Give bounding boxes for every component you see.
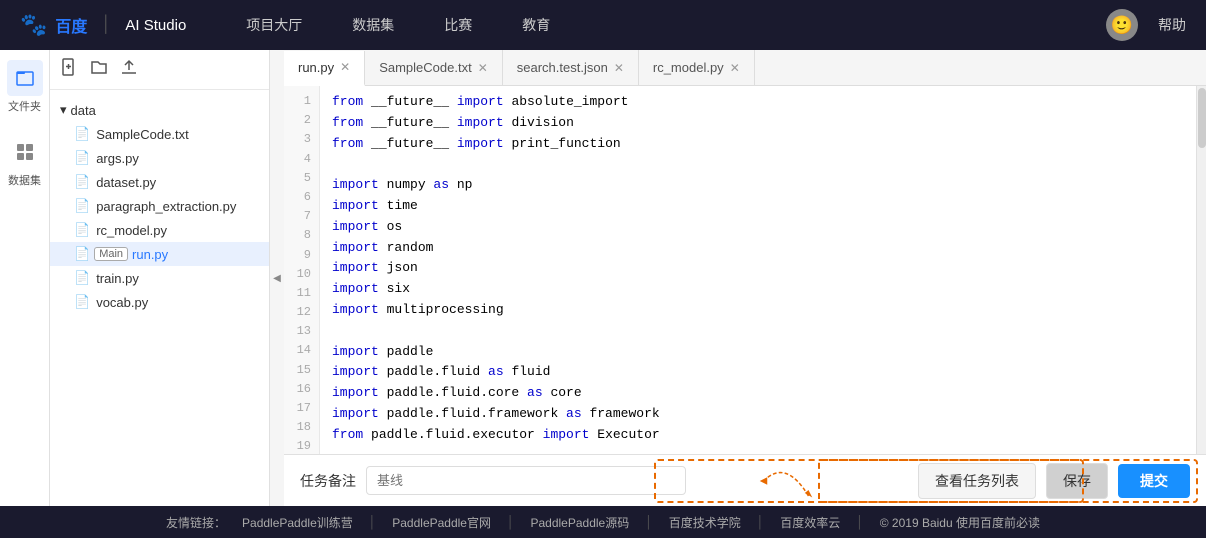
tab-close-searchjson[interactable]: ✕ bbox=[614, 61, 624, 75]
file-toolbar bbox=[50, 50, 269, 90]
nav-competitions[interactable]: 比赛 bbox=[444, 15, 472, 35]
footer-link-0[interactable]: PaddlePaddle训练营 bbox=[242, 514, 353, 531]
footer-copyright: © 2019 Baidu 使用百度前必读 bbox=[880, 514, 1040, 531]
tab-samplecode[interactable]: SampleCode.txt ✕ bbox=[365, 50, 503, 85]
nav-right: 🙂 帮助 bbox=[1106, 9, 1186, 41]
folder-data[interactable]: ▾ data bbox=[50, 98, 269, 122]
code-text[interactable]: from __future__ import absolute_import f… bbox=[320, 86, 1196, 454]
logo-baidu-text: 百度 bbox=[55, 13, 87, 37]
task-note-label: 任务备注 bbox=[300, 471, 356, 491]
footer-link-1[interactable]: PaddlePaddle官网 bbox=[392, 514, 491, 531]
sidebar-files-label: 文件夹 bbox=[8, 98, 41, 114]
icon-sidebar: 文件夹 数据集 bbox=[0, 50, 50, 506]
nav-projects[interactable]: 项目大厅 bbox=[246, 15, 302, 35]
file-icon: 📄 bbox=[74, 198, 90, 214]
file-args[interactable]: 📄 args.py bbox=[50, 146, 269, 170]
file-icon: 📄 bbox=[74, 294, 90, 310]
file-runpy[interactable]: 📄 Main run.py bbox=[50, 242, 269, 266]
task-area: 任务备注 bbox=[300, 466, 908, 495]
main-badge: Main bbox=[94, 247, 128, 261]
tab-rcmodel[interactable]: rc_model.py ✕ bbox=[639, 50, 755, 85]
tab-runpy[interactable]: run.py ✕ bbox=[284, 51, 365, 86]
tab-close-runpy[interactable]: ✕ bbox=[340, 60, 350, 74]
code-editor[interactable]: 1 2 3 4 5 6 7 8 9 10 11 12 13 14 15 16 1… bbox=[284, 86, 1206, 454]
file-panel: ▾ data 📄 SampleCode.txt 📄 args.py 📄 data… bbox=[50, 50, 270, 506]
file-tree: ▾ data 📄 SampleCode.txt 📄 args.py 📄 data… bbox=[50, 90, 269, 506]
logo-divider: │ bbox=[101, 16, 111, 34]
tab-searchjson[interactable]: search.test.json ✕ bbox=[503, 50, 639, 85]
chevron-down-icon: ▾ bbox=[60, 102, 67, 118]
logo-studio-text: AI Studio bbox=[125, 17, 186, 34]
logo-paw-icon: 🐾 bbox=[20, 12, 47, 38]
view-tasks-button[interactable]: 查看任务列表 bbox=[918, 463, 1036, 499]
file-paragraph-extraction[interactable]: 📄 paragraph_extraction.py bbox=[50, 194, 269, 218]
avatar[interactable]: 🙂 bbox=[1106, 9, 1138, 41]
top-navigation: 🐾 百度 │ AI Studio 项目大厅 数据集 比赛 教育 🙂 帮助 bbox=[0, 0, 1206, 50]
new-folder-icon[interactable] bbox=[90, 58, 108, 81]
footer-link-2[interactable]: PaddlePaddle源码 bbox=[530, 514, 629, 531]
scrollbar-thumb[interactable] bbox=[1198, 88, 1206, 148]
editor-area: run.py ✕ SampleCode.txt ✕ search.test.js… bbox=[284, 50, 1206, 506]
file-icon: 📄 bbox=[74, 150, 90, 166]
submit-button[interactable]: 提交 bbox=[1118, 464, 1190, 498]
sidebar-datasets-group[interactable]: 数据集 bbox=[7, 134, 43, 188]
nav-datasets[interactable]: 数据集 bbox=[352, 15, 394, 35]
editor-tabs: run.py ✕ SampleCode.txt ✕ search.test.js… bbox=[284, 50, 1206, 86]
file-icon: 📄 bbox=[74, 270, 90, 286]
sidebar-files-group[interactable]: 文件夹 bbox=[7, 60, 43, 114]
tab-close-samplecode[interactable]: ✕ bbox=[478, 61, 488, 75]
file-train[interactable]: 📄 train.py bbox=[50, 266, 269, 290]
bottom-bar: 任务备注 查看任务列表 保存 提交 bbox=[284, 454, 1206, 506]
logo-area: 🐾 百度 │ AI Studio bbox=[20, 12, 186, 38]
line-numbers: 1 2 3 4 5 6 7 8 9 10 11 12 13 14 15 16 1… bbox=[284, 86, 320, 454]
nav-links: 项目大厅 数据集 比赛 教育 bbox=[246, 15, 1106, 35]
vertical-scrollbar[interactable] bbox=[1196, 86, 1206, 454]
footer: 友情链接： PaddlePaddle训练营 │ PaddlePaddle官网 │… bbox=[0, 506, 1206, 538]
sidebar-files-icon[interactable] bbox=[7, 60, 43, 96]
footer-link-3[interactable]: 百度技术学院 bbox=[669, 514, 741, 531]
sidebar-datasets-label: 数据集 bbox=[8, 172, 41, 188]
main-content: 文件夹 数据集 bbox=[0, 50, 1206, 506]
task-note-input[interactable] bbox=[366, 466, 686, 495]
file-icon: 📄 bbox=[74, 222, 90, 238]
footer-friendship-label: 友情链接： bbox=[166, 514, 226, 531]
upload-icon[interactable] bbox=[120, 58, 138, 81]
file-icon: 📄 bbox=[74, 126, 90, 142]
tab-close-rcmodel[interactable]: ✕ bbox=[730, 61, 740, 75]
new-file-icon[interactable] bbox=[60, 58, 78, 81]
file-icon: 📄 bbox=[74, 174, 90, 190]
save-button[interactable]: 保存 bbox=[1046, 463, 1108, 499]
collapse-panel-arrow[interactable]: ◀ bbox=[270, 50, 284, 506]
file-dataset[interactable]: 📄 dataset.py bbox=[50, 170, 269, 194]
sidebar-datasets-icon[interactable] bbox=[7, 134, 43, 170]
file-vocab[interactable]: 📄 vocab.py bbox=[50, 290, 269, 314]
help-link[interactable]: 帮助 bbox=[1158, 15, 1186, 35]
file-icon: 📄 bbox=[74, 246, 90, 262]
footer-link-4[interactable]: 百度效率云 bbox=[780, 514, 840, 531]
file-samplecode[interactable]: 📄 SampleCode.txt bbox=[50, 122, 269, 146]
nav-education[interactable]: 教育 bbox=[522, 15, 550, 35]
file-rcmodel[interactable]: 📄 rc_model.py bbox=[50, 218, 269, 242]
folder-name: data bbox=[71, 103, 96, 118]
